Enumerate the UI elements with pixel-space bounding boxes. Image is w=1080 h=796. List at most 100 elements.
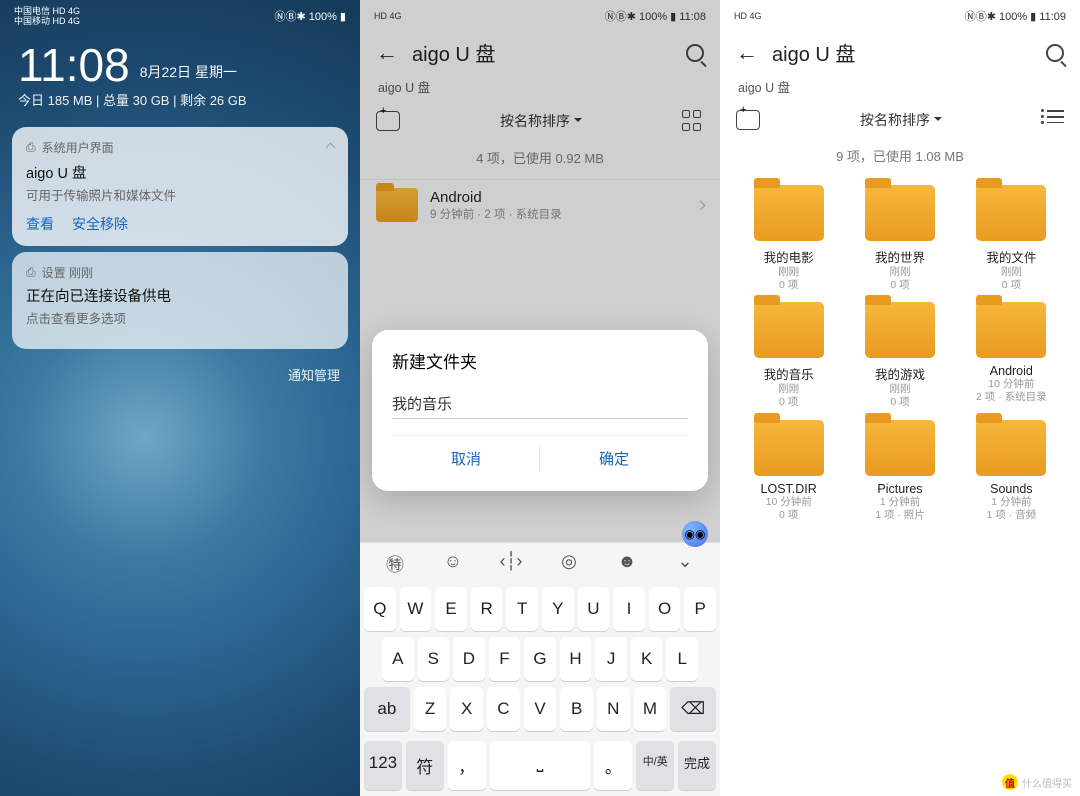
key-n[interactable]: N [597,687,630,731]
folder-item[interactable]: Pictures1 分钟前1 项 · 照片 [847,420,952,522]
folder-icon [865,185,935,241]
key-e[interactable]: E [435,587,467,631]
status-bar: HD 4G ⓃⒷ✱ 100% ▮ 11:09 [720,0,1080,28]
notif-subtitle: 可用于传输照片和媒体文件 [26,185,334,204]
clock-date: 8月22日 星期一 [140,62,237,88]
dialog-ok-button[interactable]: 确定 [540,436,688,481]
kbd-tool-icon[interactable]: ☺ [438,551,468,577]
key-x[interactable]: X [450,687,483,731]
folder-meta: 刚刚0 项 [847,266,952,292]
folder-meta: 1 分钟前1 项 · 照片 [847,496,952,522]
view-list-toggle[interactable] [1042,110,1064,130]
key-j[interactable]: J [595,637,627,681]
dialog-cancel-button[interactable]: 取消 [392,436,540,481]
key-t[interactable]: T [506,587,538,631]
new-folder-button[interactable] [736,110,760,130]
search-icon[interactable] [1046,44,1064,62]
usage-summary: 9 项，已使用 1.08 MB [720,138,1080,177]
folder-icon [976,302,1046,358]
kbd-tool-icon[interactable]: ‹┆› [496,551,526,577]
key-c[interactable]: C [487,687,520,731]
dialog-title: 新建文件夹 [392,348,688,373]
breadcrumb[interactable]: aigo U 盘 [720,77,1080,102]
key-p[interactable]: P [684,587,716,631]
notif-source: 设置 刚刚 [42,264,93,281]
key-d[interactable]: D [453,637,485,681]
lockscreen-panel: 中国电信 HD 4G 中国移动 HD 4G ⓃⒷ✱ 100% ▮ 11:08 8… [0,0,360,796]
folder-name: 我的音乐 [736,364,841,383]
kbd-tool-icon[interactable]: ⌄ [670,551,700,577]
folder-item[interactable]: 我的电影刚刚0 项 [736,185,841,292]
sort-dropdown[interactable]: 按名称排序 [770,110,1032,130]
page-title: aigo U 盘 [772,38,1032,67]
status-right: ⓃⒷ✱ 100% ▮ 11:09 [965,8,1066,24]
assistant-bubble-icon[interactable]: ◉◉ [682,521,708,547]
key-v[interactable]: V [524,687,557,731]
folder-icon [754,420,824,476]
key-k[interactable]: K [631,637,663,681]
key-comma[interactable]: ， [448,741,486,790]
key-q[interactable]: Q [364,587,396,631]
watermark-text: 什么值得买 [1022,775,1072,790]
key-backspace[interactable]: ⌫ [670,687,716,731]
key-space[interactable]: ⎵ [490,741,591,790]
collapse-icon[interactable] [326,143,336,153]
usb-icon: ⎙ [26,265,36,280]
folder-item[interactable]: LOST.DIR10 分钟前0 项 [736,420,841,522]
kbd-tool-icon[interactable]: ㊕ [380,551,410,577]
key-shift[interactable]: ab [364,687,410,731]
key-i[interactable]: I [613,587,645,631]
kbd-tool-icon[interactable]: ◎ [554,551,584,577]
key-f[interactable]: F [489,637,521,681]
key-a[interactable]: A [382,637,414,681]
folder-meta: 刚刚0 项 [847,383,952,409]
folder-icon [976,185,1046,241]
key-b[interactable]: B [560,687,593,731]
carrier-1: 中国电信 HD 4G [14,6,80,16]
file-manager-grid-panel: HD 4G ⓃⒷ✱ 100% ▮ 11:09 ← aigo U 盘 aigo U… [720,0,1080,796]
notif-action-eject[interactable]: 安全移除 [72,214,128,234]
folder-item[interactable]: 我的音乐刚刚0 项 [736,302,841,409]
folder-meta: 刚刚0 项 [736,383,841,409]
key-o[interactable]: O [649,587,681,631]
folder-item[interactable]: Android10 分钟前2 项 · 系统目录 [959,302,1064,409]
folder-item[interactable]: 我的世界刚刚0 项 [847,185,952,292]
folder-name: Pictures [847,482,952,496]
notif-subtitle: 点击查看更多选项 [26,308,334,327]
key-u[interactable]: U [578,587,610,631]
folder-item[interactable]: Sounds1 分钟前1 项 · 音频 [959,420,1064,522]
key-h[interactable]: H [560,637,592,681]
kbd-tool-icon[interactable]: ☻ [612,551,642,577]
notification-usb[interactable]: ⎙ 系统用户界面 aigo U 盘 可用于传输照片和媒体文件 查看 安全移除 [12,127,348,246]
notif-action-view[interactable]: 查看 [26,214,54,234]
key-r[interactable]: R [471,587,503,631]
key-w[interactable]: W [400,587,432,631]
key-enter[interactable]: 完成 [678,741,716,790]
storage-summary: 今日 185 MB | 总量 30 GB | 剩余 26 GB [0,88,360,121]
usb-icon: ⎙ [26,140,36,155]
key-g[interactable]: G [524,637,556,681]
file-manager-dialog-panel: HD 4G ⓃⒷ✱ 100% ▮ 11:08 ← aigo U 盘 aigo U… [360,0,720,796]
folder-meta: 10 分钟前0 项 [736,496,841,522]
key-symbols[interactable]: 符 [406,741,444,790]
key-y[interactable]: Y [542,587,574,631]
folder-name: 我的世界 [847,247,952,266]
folder-name-input[interactable] [392,389,688,419]
key-language[interactable]: 中/英 [636,741,674,790]
folder-name: 我的电影 [736,247,841,266]
key-period[interactable]: 。 [594,741,632,790]
key-z[interactable]: Z [414,687,447,731]
key-numbers[interactable]: 123 [364,741,402,790]
folder-item[interactable]: 我的文件刚刚0 项 [959,185,1064,292]
watermark: 值 什么值得买 [1002,774,1072,790]
key-m[interactable]: M [634,687,667,731]
folder-item[interactable]: 我的游戏刚刚0 项 [847,302,952,409]
key-s[interactable]: S [418,637,450,681]
folder-icon [754,185,824,241]
notification-power[interactable]: ⎙ 设置 刚刚 正在向已连接设备供电 点击查看更多选项 [12,252,348,349]
key-l[interactable]: L [666,637,698,681]
manage-notifications-link[interactable]: 通知管理 [0,355,360,394]
status-bar: 中国电信 HD 4G 中国移动 HD 4G ⓃⒷ✱ 100% ▮ [0,0,360,28]
back-button[interactable]: ← [736,42,758,64]
soft-keyboard: ◉◉ ㊕☺‹┆›◎☻⌄ QWERTYUIOP ASDFGHJKL abZXCVB… [360,542,720,796]
